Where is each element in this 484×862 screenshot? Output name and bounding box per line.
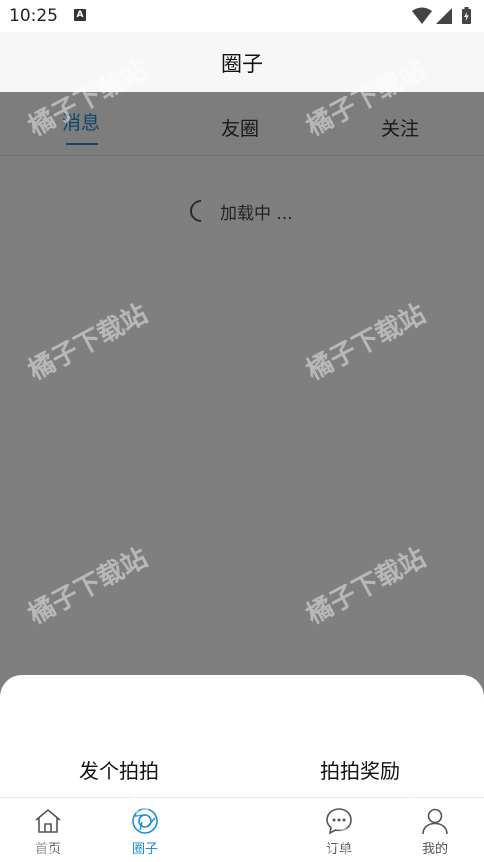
action-sheet: 发个拍拍 拍拍奖励 (0, 675, 484, 797)
status-icons (412, 7, 471, 24)
nav-item-orders[interactable]: 订单 (309, 806, 369, 857)
user-icon (422, 808, 448, 835)
status-time: 10:25 (9, 6, 58, 26)
signal-icon (436, 8, 452, 24)
nav-item-profile[interactable]: 我的 (405, 806, 465, 857)
post-photo-button[interactable]: 发个拍拍 (79, 755, 159, 784)
chat-bubble-icon (326, 808, 352, 835)
battery-charging-icon (462, 7, 471, 24)
nav-item-home[interactable]: 首页 (18, 806, 78, 857)
nav-label-orders: 订单 (325, 842, 352, 857)
status-bar: 10:25 A (0, 0, 484, 32)
nav-label-circle: 圈子 (131, 842, 158, 857)
photo-reward-button[interactable]: 拍拍奖励 (320, 755, 400, 784)
nav-label-home: 首页 (34, 842, 61, 857)
wifi-icon (412, 7, 432, 24)
page-title: 圈子 (221, 52, 263, 76)
nav-label-profile: 我的 (421, 842, 448, 857)
a-letter-icon: A (74, 9, 86, 21)
nav-item-circle[interactable]: 圈子 (115, 806, 175, 857)
home-icon (35, 808, 61, 833)
header: 圈子 (0, 32, 484, 92)
bottom-nav: 首页 圈子 订单 我的 (0, 797, 484, 862)
circle-icon (132, 808, 158, 834)
